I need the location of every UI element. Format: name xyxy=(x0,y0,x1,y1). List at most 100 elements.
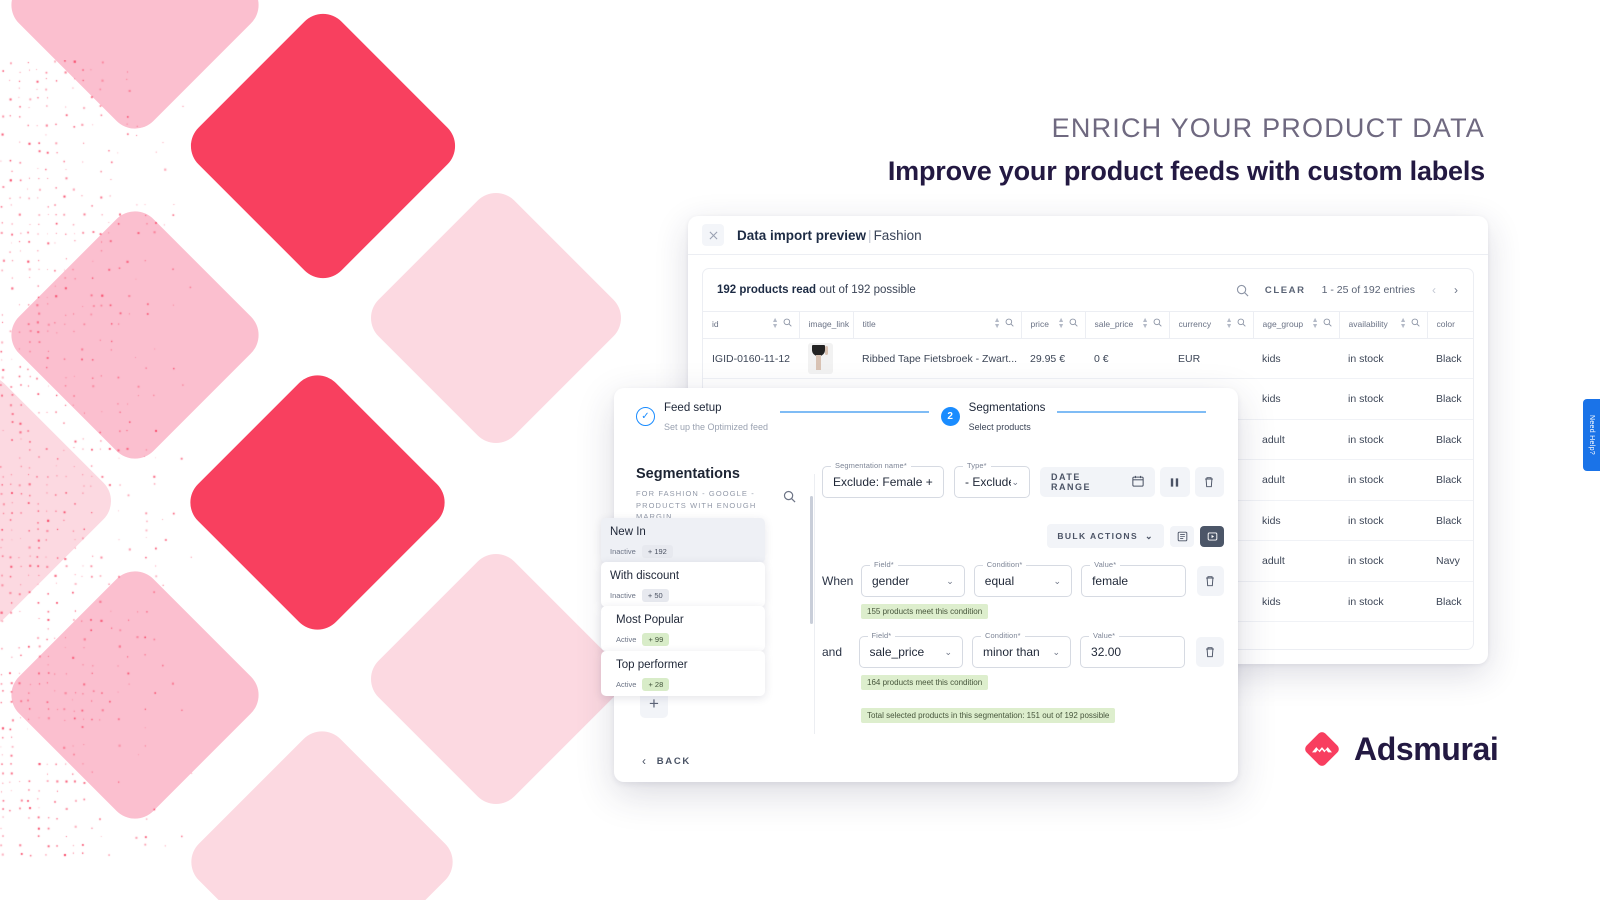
column-search-icon[interactable] xyxy=(1237,318,1246,329)
segment-card[interactable]: Top performer Active + 28 xyxy=(601,651,765,696)
column-header-availability[interactable]: availability ▲ ▼ xyxy=(1339,312,1427,339)
chevron-right-icon[interactable]: › xyxy=(1453,283,1459,297)
pause-button[interactable] xyxy=(1160,467,1189,497)
step-texts: Feed setup Set up the Optimized feed xyxy=(664,402,768,432)
table-row[interactable]: IGID-0160-11-12 Ribbed Tape Fietsbroek - … xyxy=(703,338,1474,379)
column-header-price[interactable]: price ▲ ▼ xyxy=(1021,312,1085,339)
condition-value-input[interactable]: Value* female xyxy=(1081,565,1186,597)
condition-value: equal xyxy=(985,574,1014,588)
segment-meta: Active + 28 xyxy=(616,678,765,691)
cell-color: Black xyxy=(1427,500,1474,541)
sort-icon[interactable]: ▲ ▼ xyxy=(994,318,1001,330)
products-read-rest: out of 192 possible xyxy=(816,284,916,296)
decorative-diamond xyxy=(360,182,632,454)
condition-field-select[interactable]: Field* sale_price ⌄ xyxy=(859,636,964,668)
column-header-age-group[interactable]: age_group ▲ ▼ xyxy=(1253,312,1339,339)
condition-result-badge: 164 products meet this condition xyxy=(861,675,988,690)
column-search-icon[interactable] xyxy=(1005,318,1014,329)
segment-card[interactable]: New In Inactive + 192 xyxy=(601,518,765,563)
cell-color: Navy xyxy=(1427,541,1474,582)
search-icon[interactable] xyxy=(1236,284,1249,297)
segment-name: Top performer xyxy=(616,659,765,672)
column-search-icon[interactable] xyxy=(1069,318,1078,329)
sort-icon[interactable]: ▲ ▼ xyxy=(1058,318,1065,330)
calendar-icon xyxy=(1132,475,1144,489)
cell-color: Black xyxy=(1427,460,1474,501)
column-label: price xyxy=(1031,319,1049,329)
column-header-sale-price[interactable]: sale_price ▲ ▼ xyxy=(1085,312,1169,339)
stepper-connector xyxy=(1057,411,1206,413)
condition-field-select[interactable]: Field* gender ⌄ xyxy=(861,565,965,597)
condition-value: minor than xyxy=(983,645,1040,659)
column-header-title[interactable]: title ▲ ▼ xyxy=(853,312,1021,339)
condition-label: Condition* xyxy=(983,560,1027,569)
segmentations-heading: Segmentations xyxy=(636,466,796,482)
cell-age-group: adult xyxy=(1253,460,1339,501)
clear-button[interactable]: CLEAR xyxy=(1265,285,1306,296)
column-search-icon[interactable] xyxy=(1323,318,1332,329)
column-header-color[interactable]: color xyxy=(1427,312,1474,339)
chevron-down-icon: ⌄ xyxy=(1054,576,1062,587)
column-header-id[interactable]: id ▲ ▼ xyxy=(703,312,799,339)
preview-toolbar: 192 products read out of 192 possible CL… xyxy=(703,269,1473,311)
step-title: Feed setup xyxy=(664,402,768,415)
value-value: female xyxy=(1092,574,1128,588)
date-range-label: DATE RANGE xyxy=(1051,472,1123,492)
segmentation-name-input[interactable]: Segmentation name* Exclude: Female + Sal… xyxy=(822,466,944,498)
wizard-step-segmentations[interactable]: 2 Segmentations Select products xyxy=(941,402,1046,432)
segmentation-name-row: Segmentation name* Exclude: Female + Sal… xyxy=(822,466,1224,498)
column-search-icon[interactable] xyxy=(783,318,792,329)
cell-availability: in stock xyxy=(1339,379,1427,420)
segment-card[interactable]: Most Popular Active + 99 xyxy=(601,606,765,651)
video-button[interactable] xyxy=(1200,526,1224,547)
column-label: sale_price xyxy=(1095,319,1134,329)
condition-operator-select[interactable]: Condition* equal ⌄ xyxy=(974,565,1072,597)
condition-join-label: When xyxy=(822,574,852,588)
segment-state: Active xyxy=(616,680,636,689)
cell-color: Black xyxy=(1427,379,1474,420)
value-label: Value* xyxy=(1089,631,1119,640)
sort-icon[interactable]: ▲ ▼ xyxy=(772,318,779,330)
column-header-currency[interactable]: currency ▲ ▼ xyxy=(1169,312,1253,339)
sort-icon[interactable]: ▲ ▼ xyxy=(1142,318,1149,330)
sort-icon[interactable]: ▲ ▼ xyxy=(1400,318,1407,330)
condition-row: and Field* sale_price ⌄ Condition* minor than… xyxy=(822,636,1224,668)
search-icon[interactable] xyxy=(783,490,796,508)
wizard-divider xyxy=(814,474,815,734)
step-title: Segmentations xyxy=(969,402,1046,415)
bulk-actions-label: BULK ACTIONS xyxy=(1057,531,1138,541)
value-value: 32.00 xyxy=(1091,645,1121,659)
chevron-left-icon[interactable]: ‹ xyxy=(1431,283,1437,297)
wizard-step-feed-setup[interactable]: ✓ Feed setup Set up the Optimized feed xyxy=(636,402,768,432)
column-search-icon[interactable] xyxy=(1153,318,1162,329)
column-search-icon[interactable] xyxy=(1411,318,1420,329)
delete-segmentation-button[interactable] xyxy=(1195,467,1224,497)
condition-result-badge: 155 products meet this condition xyxy=(861,604,988,619)
sort-icon[interactable]: ▲ ▼ xyxy=(1312,318,1319,330)
segment-list-scrollbar[interactable] xyxy=(810,496,813,624)
close-icon[interactable] xyxy=(702,224,724,246)
date-range-button[interactable]: DATE RANGE xyxy=(1040,467,1155,497)
sort-icon[interactable]: ▲ ▼ xyxy=(1226,318,1233,330)
decorative-diamond xyxy=(180,365,456,641)
cell-availability: in stock xyxy=(1339,460,1427,501)
segment-card[interactable]: With discount Inactive + 50 xyxy=(601,562,765,607)
bulk-actions-button[interactable]: BULK ACTIONS ⌄ xyxy=(1047,524,1164,548)
column-header-image-link[interactable]: image_link xyxy=(799,312,853,339)
delete-condition-button[interactable] xyxy=(1197,566,1224,596)
title-separator: | xyxy=(866,228,874,243)
chevron-down-icon: ⌄ xyxy=(1011,477,1019,488)
condition-join-label: and xyxy=(822,645,850,659)
cell-availability: in stock xyxy=(1339,541,1427,582)
condition-operator-select[interactable]: Condition* minor than ⌄ xyxy=(972,636,1071,668)
cell-id: IGID-0160-11-12 xyxy=(703,338,799,379)
type-select[interactable]: Type* - Exclude ⌄ xyxy=(954,466,1030,498)
back-button[interactable]: ‹ BACK xyxy=(642,754,691,768)
table-header-row: id ▲ ▼ image_link title ▲ ▼ price ▲ ▼ sale_pri… xyxy=(703,312,1474,339)
need-help-tab[interactable]: Need Help? xyxy=(1583,399,1600,471)
list-view-button[interactable] xyxy=(1170,526,1194,547)
segment-name: New In xyxy=(610,526,765,539)
condition-value-input[interactable]: Value* 32.00 xyxy=(1080,636,1185,668)
chevron-down-icon: ⌄ xyxy=(946,576,954,587)
delete-condition-button[interactable] xyxy=(1196,637,1224,667)
